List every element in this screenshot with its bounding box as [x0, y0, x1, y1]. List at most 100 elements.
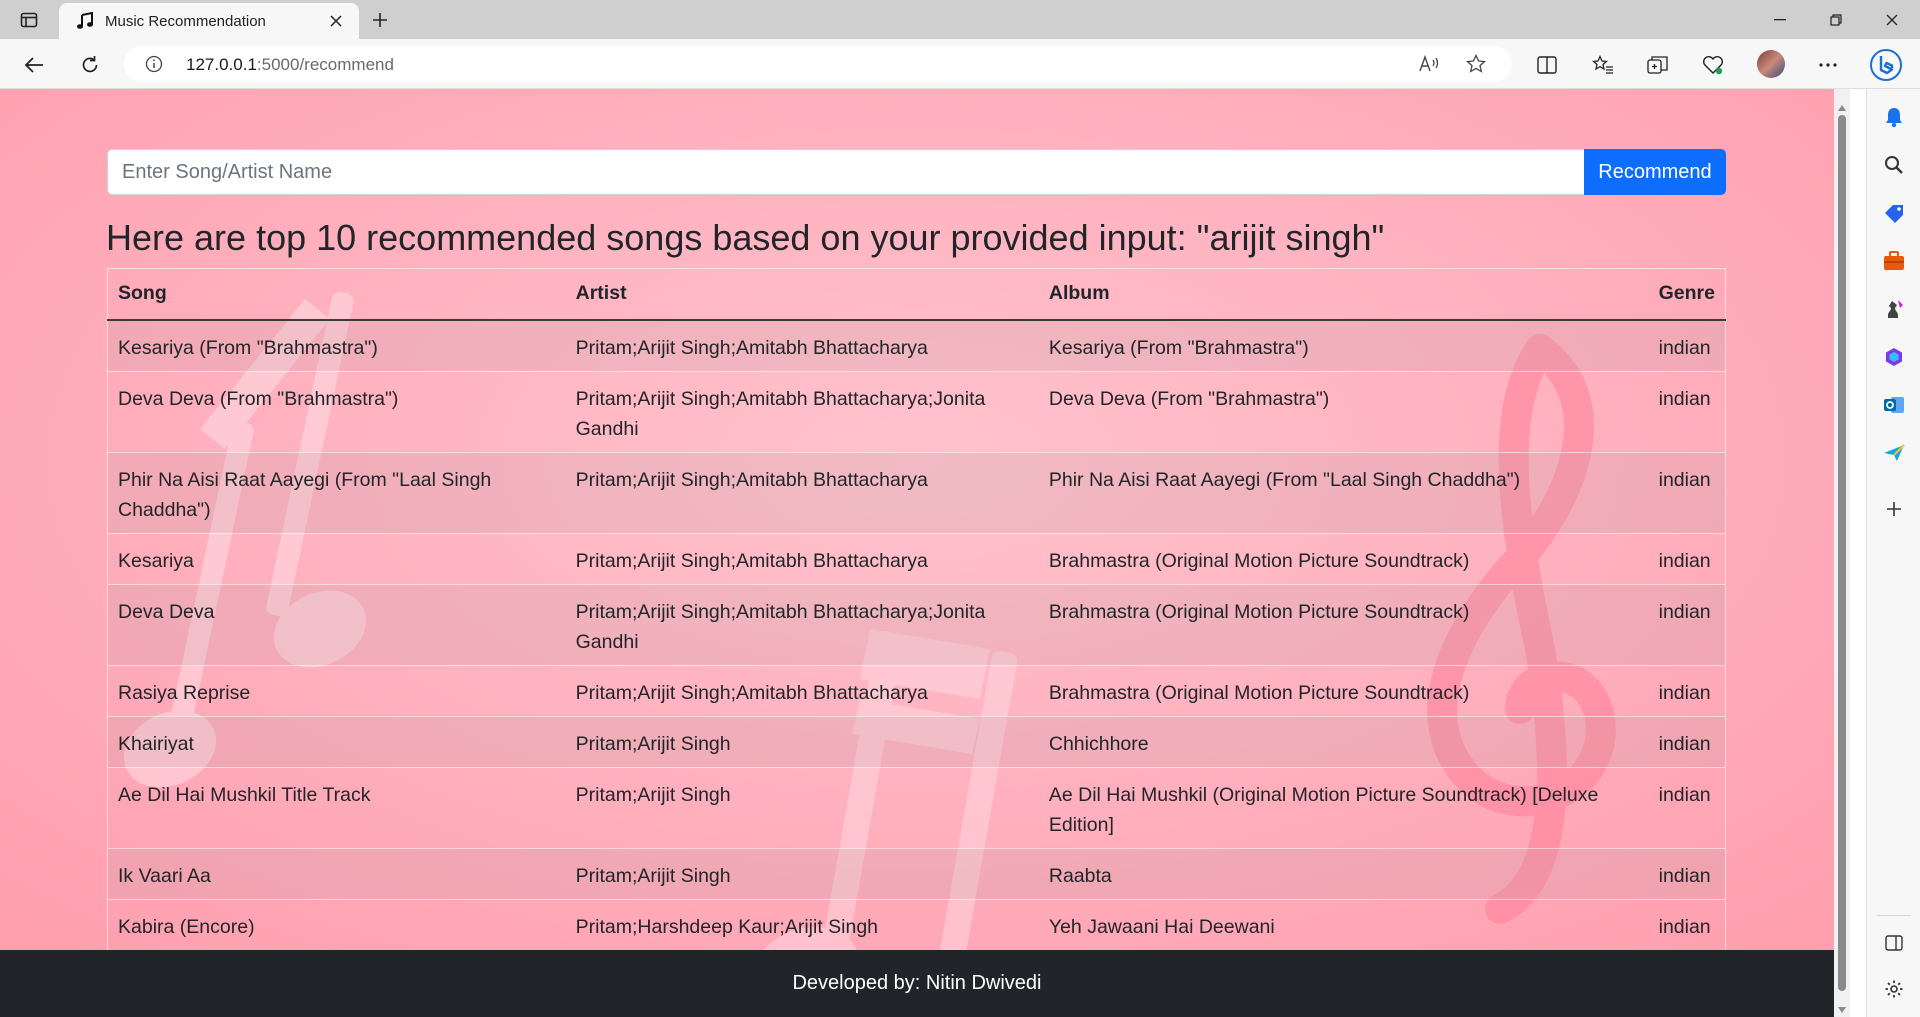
tab-actions-icon[interactable] [18, 9, 40, 31]
outlook-icon[interactable] [1880, 391, 1908, 419]
minimize-icon[interactable] [1752, 0, 1808, 39]
artist-cell: Pritam;Harshdeep Kaur;Arijit Singh [565, 898, 1039, 950]
results-heading: Here are top 10 recommended songs based … [106, 217, 1385, 258]
collections-icon[interactable] [1643, 50, 1673, 80]
table-row: Ik Vaari Aa Pritam;Arijit Singh Raabta i… [106, 847, 1726, 899]
scroll-down-arrow-icon[interactable] [1838, 1007, 1846, 1013]
table-row: Rasiya Reprise Pritam;Arijit Singh;Amita… [106, 664, 1726, 716]
add-sidebar-app-icon[interactable] [1880, 495, 1908, 523]
album-cell: Ae Dil Hai Mushkil (Original Motion Pict… [1038, 766, 1649, 848]
artist-cell: Pritam;Arijit Singh;Amitabh Bhattacharya [565, 532, 1039, 584]
browser-essentials-icon[interactable] [1698, 50, 1728, 80]
column-header-song: Song [106, 268, 566, 321]
refresh-icon[interactable] [75, 50, 105, 80]
song-cell: Kesariya (From "Brahmastra") [106, 319, 566, 371]
artist-cell: Pritam;Arijit Singh;Amitabh Bhattacharya… [565, 370, 1039, 452]
genre-cell: indian [1648, 664, 1726, 716]
artist-cell: Pritam;Arijit Singh [565, 715, 1039, 767]
album-cell: Brahmastra (Original Motion Picture Soun… [1038, 664, 1649, 716]
music-note-icon [75, 11, 95, 31]
song-cell: Kabira (Encore) [106, 898, 566, 950]
page-footer: Developed by: Nitin Dwivedi [0, 950, 1834, 1017]
url-text[interactable]: 127.0.0.1:5000/recommend [186, 55, 394, 75]
song-cell: Phir Na Aisi Raat Aayegi (From "Laal Sin… [106, 451, 566, 533]
hide-sidebar-icon[interactable] [1880, 929, 1908, 957]
browser-toolbar: 127.0.0.1:5000/recommend [0, 39, 1920, 89]
close-tab-icon[interactable] [325, 10, 347, 32]
album-cell: Deva Deva (From "Brahmastra") [1038, 370, 1649, 452]
album-cell: Brahmastra (Original Motion Picture Soun… [1038, 583, 1649, 665]
scroll-up-arrow-icon[interactable] [1838, 105, 1846, 111]
settings-gear-icon[interactable] [1880, 975, 1908, 1003]
album-cell: Yeh Jawaani Hai Deewani [1038, 898, 1649, 950]
address-bar[interactable]: 127.0.0.1:5000/recommend [124, 46, 1512, 82]
table-row: Kesariya (From "Brahmastra") Pritam;Arij… [106, 319, 1726, 371]
genre-cell: indian [1648, 715, 1726, 767]
close-window-icon[interactable] [1864, 0, 1920, 39]
microsoft-365-icon[interactable] [1880, 343, 1908, 371]
sidebar-divider [1877, 915, 1911, 916]
profile-avatar[interactable] [1757, 50, 1785, 78]
genre-cell: indian [1648, 370, 1726, 452]
restore-icon[interactable] [1808, 0, 1864, 39]
artist-cell: Pritam;Arijit Singh;Amitabh Bhattacharya [565, 664, 1039, 716]
song-cell: Kesariya [106, 532, 566, 584]
notifications-bell-icon[interactable] [1880, 103, 1908, 131]
genre-cell: indian [1648, 898, 1726, 950]
favorites-icon[interactable] [1588, 50, 1618, 80]
more-options-icon[interactable] [1813, 50, 1843, 80]
album-cell: Brahmastra (Original Motion Picture Soun… [1038, 532, 1649, 584]
table-row: Khairiyat Pritam;Arijit Singh Chhichhore… [106, 715, 1726, 767]
table-row: Ae Dil Hai Mushkil Title Track Pritam;Ar… [106, 766, 1726, 848]
site-info-icon[interactable] [144, 54, 164, 74]
footer-credit: Developed by: Nitin Dwivedi [792, 972, 1042, 994]
page-scrollbar[interactable] [1834, 89, 1850, 1017]
column-header-album: Album [1038, 268, 1649, 321]
split-screen-icon[interactable] [1532, 50, 1562, 80]
page-content: Recommend Here are top 10 recommended so… [0, 89, 1834, 1017]
favorite-star-icon[interactable] [1464, 52, 1488, 76]
song-cell: Ae Dil Hai Mushkil Title Track [106, 766, 566, 848]
album-cell: Raabta [1038, 847, 1649, 899]
tab-title: Music Recommendation [105, 12, 266, 30]
browser-tab[interactable]: Music Recommendation [59, 3, 359, 39]
search-input[interactable] [107, 149, 1584, 195]
tab-bar: Music Recommendation [0, 0, 1920, 39]
song-cell: Deva Deva [106, 583, 566, 665]
tools-briefcase-icon[interactable] [1880, 247, 1908, 275]
table-row: Deva Deva (From "Brahmastra") Pritam;Ari… [106, 370, 1726, 452]
edge-sidebar [1866, 89, 1920, 1017]
album-cell: Chhichhore [1038, 715, 1649, 767]
artist-cell: Pritam;Arijit Singh;Amitabh Bhattacharya [565, 319, 1039, 371]
recommendations-table: Song Artist Album Genre Kesariya (From "… [106, 268, 1726, 950]
column-header-genre: Genre [1648, 268, 1726, 321]
games-chess-icon[interactable] [1880, 295, 1908, 323]
genre-cell: indian [1648, 532, 1726, 584]
table-header-row: Song Artist Album Genre [106, 268, 1726, 321]
scrollbar-thumb[interactable] [1838, 115, 1846, 991]
new-tab-icon[interactable] [368, 8, 392, 32]
table-row: Deva Deva Pritam;Arijit Singh;Amitabh Bh… [106, 583, 1726, 665]
album-cell: Phir Na Aisi Raat Aayegi (From "Laal Sin… [1038, 451, 1649, 533]
artist-cell: Pritam;Arijit Singh [565, 766, 1039, 848]
copilot-bing-icon[interactable] [1866, 45, 1906, 85]
send-arrow-icon[interactable] [1880, 439, 1908, 467]
recommend-button[interactable]: Recommend [1584, 149, 1726, 195]
column-header-artist: Artist [565, 268, 1039, 321]
search-icon[interactable] [1880, 151, 1908, 179]
genre-cell: indian [1648, 847, 1726, 899]
artist-cell: Pritam;Arijit Singh [565, 847, 1039, 899]
song-cell: Ik Vaari Aa [106, 847, 566, 899]
artist-cell: Pritam;Arijit Singh;Amitabh Bhattacharya [565, 451, 1039, 533]
search-form: Recommend [107, 149, 1726, 195]
song-cell: Khairiyat [106, 715, 566, 767]
back-icon[interactable] [19, 50, 49, 80]
album-cell: Kesariya (From "Brahmastra") [1038, 319, 1649, 371]
genre-cell: indian [1648, 451, 1726, 533]
table-row: Phir Na Aisi Raat Aayegi (From "Laal Sin… [106, 451, 1726, 533]
song-cell: Deva Deva (From "Brahmastra") [106, 370, 566, 452]
read-aloud-icon[interactable] [1418, 52, 1442, 76]
table-row: Kesariya Pritam;Arijit Singh;Amitabh Bha… [106, 532, 1726, 584]
shopping-tag-icon[interactable] [1880, 199, 1908, 227]
song-cell: Rasiya Reprise [106, 664, 566, 716]
